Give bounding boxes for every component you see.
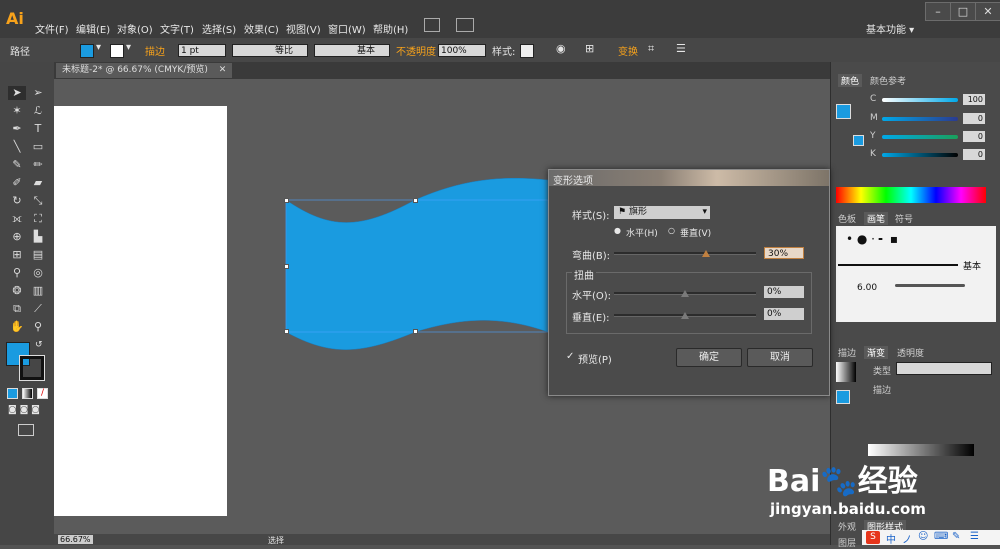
horizontal-label: 水平(H) [626, 229, 658, 239]
brush-stroke-preview[interactable] [895, 284, 965, 287]
gradient-slider[interactable] [868, 444, 974, 456]
vertical-label: 垂直(V) [680, 229, 712, 239]
panel-small-swatch[interactable] [853, 135, 864, 146]
distortion-vertical-thumb[interactable] [681, 312, 689, 319]
tab-appearance[interactable]: 外观 [838, 520, 856, 533]
ime-punct-icon[interactable]: ノ [902, 531, 912, 546]
handle-bottom-left[interactable] [284, 329, 289, 334]
ok-button[interactable]: 确定 [676, 348, 742, 367]
tab-transparency[interactable]: 透明度 [897, 346, 924, 359]
zoom-field[interactable]: 66.67% [58, 535, 93, 544]
tab-gradient[interactable]: 渐变 [864, 346, 889, 359]
ime-menu-icon[interactable]: ☰ [970, 531, 979, 542]
tab-symbols[interactable]: 符号 [895, 212, 913, 225]
horizontal-radio[interactable]: ● [614, 226, 621, 235]
preview-checkbox[interactable]: ✓ [566, 351, 574, 362]
watermark-brand-b: 经验 [857, 464, 918, 499]
gradient-type-label: 类型 [873, 367, 892, 377]
channel-m-slider[interactable] [882, 117, 958, 121]
watermark-brand-a: Bai [767, 464, 821, 499]
basic-brush-label: 基本 [963, 262, 982, 272]
channel-c-value[interactable]: 100 [963, 94, 985, 105]
basic-brush-stroke[interactable] [838, 264, 958, 266]
handle-top-left[interactable] [284, 198, 289, 203]
ime-chinese-label[interactable]: 中 [886, 531, 896, 546]
color-spectrum[interactable] [836, 187, 986, 203]
watermark-url: jingyan.baidu.com [770, 500, 926, 518]
gradient-type-select[interactable] [896, 362, 992, 375]
channel-y-value[interactable]: 0 [963, 131, 985, 142]
handle-middle-left[interactable] [284, 264, 289, 269]
flag-style-icon: ⚑ [618, 207, 627, 217]
tab-color[interactable]: 颜色 [838, 74, 863, 87]
channel-y-slider[interactable] [882, 135, 958, 139]
brush-size-label: 6.00 [857, 283, 878, 293]
status-bar [54, 534, 830, 545]
bend-label: 弯曲(B): [572, 251, 611, 262]
distortion-horizontal-thumb[interactable] [681, 290, 689, 297]
tab-brushes[interactable]: 画笔 [864, 212, 889, 225]
ime-handwriting-icon[interactable]: ✎ [952, 531, 960, 542]
distortion-horizontal-field[interactable]: 0% [764, 286, 804, 298]
dialog-title: 变形选项 [553, 176, 593, 187]
gradient-preview[interactable] [836, 362, 856, 382]
handle-top-center[interactable] [413, 198, 418, 203]
tab-layers[interactable]: 图层 [838, 536, 856, 549]
watermark-brand: Bai🐾经验 [767, 456, 918, 500]
distortion-vertical-label: 垂直(E): [572, 313, 610, 324]
channel-k-slider[interactable] [882, 153, 958, 157]
channel-k-value[interactable]: 0 [963, 149, 985, 160]
sogou-icon[interactable]: S [866, 531, 880, 544]
style-select[interactable]: ⚑ 旗形 ▾ [614, 206, 710, 219]
ime-keyboard-icon[interactable]: ⌨ [934, 531, 948, 542]
gradient-fill-swatch[interactable] [836, 390, 850, 404]
channel-c-slider[interactable] [882, 98, 958, 102]
paw-icon: 🐾 [820, 464, 858, 499]
brush-dots[interactable]: • ● · ╸ ▪ [846, 232, 898, 246]
channel-c-label: C [870, 94, 877, 104]
panel-fill-swatch[interactable] [836, 104, 851, 119]
bend-slider-track[interactable] [614, 252, 756, 255]
channel-m-label: M [870, 113, 878, 123]
tab-stroke[interactable]: 描边 [838, 346, 856, 359]
channel-y-label: Y [870, 131, 876, 141]
preview-label: 预览(P) [578, 355, 612, 366]
ime-emoji-icon[interactable]: ☺ [918, 531, 928, 542]
tab-color-guide[interactable]: 颜色参考 [870, 74, 906, 87]
ime-toolbar [862, 530, 1000, 545]
cancel-button[interactable]: 取消 [747, 348, 813, 367]
vertical-radio[interactable]: ○ [668, 226, 675, 235]
bend-field[interactable]: 30% [764, 247, 804, 259]
tab-swatches[interactable]: 色板 [838, 212, 856, 225]
style-select-value: 旗形 [628, 207, 647, 217]
gradient-stroke-label: 描边 [873, 386, 892, 396]
bend-slider-thumb[interactable] [702, 250, 711, 257]
distortion-vertical-field[interactable]: 0% [764, 308, 804, 320]
flag-shape [285, 177, 549, 350]
distortion-horizontal-label: 水平(O): [572, 291, 612, 302]
distortion-group [566, 272, 812, 334]
style-label: 样式(S): [572, 211, 610, 222]
channel-k-label: K [870, 149, 876, 159]
channel-m-value[interactable]: 0 [963, 113, 985, 124]
status-tool-label[interactable]: 选择 [268, 535, 284, 546]
distortion-label: 扭曲 [572, 267, 596, 282]
chevron-down-icon: ▾ [702, 207, 707, 217]
handle-bottom-center[interactable] [413, 329, 418, 334]
